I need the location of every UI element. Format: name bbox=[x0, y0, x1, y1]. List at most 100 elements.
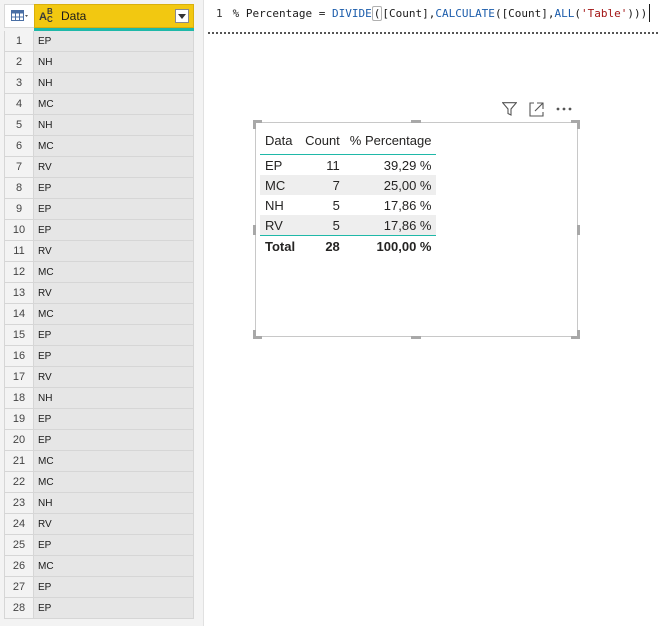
table-grid-icon bbox=[10, 10, 28, 21]
comma-1: , bbox=[428, 6, 436, 20]
total-row: Total 28 100,00 % bbox=[260, 235, 437, 256]
table-row[interactable]: MC 7 25,00 % bbox=[260, 175, 437, 195]
grid-row[interactable]: 21 MC bbox=[4, 451, 194, 472]
resize-handle-right[interactable] bbox=[577, 225, 580, 235]
header-count[interactable]: Count bbox=[300, 127, 345, 155]
data-cell[interactable]: EP bbox=[34, 535, 194, 555]
grid-row[interactable]: 14 MC bbox=[4, 304, 194, 325]
count-ref-1: [Count] bbox=[382, 6, 429, 20]
header-percentage[interactable]: % Percentage bbox=[344, 127, 437, 155]
data-cell[interactable]: RV bbox=[34, 514, 194, 534]
row-number: 13 bbox=[4, 283, 34, 303]
grid-row[interactable]: 11 RV bbox=[4, 241, 194, 262]
grid-row[interactable]: 27 EP bbox=[4, 577, 194, 598]
grid-row[interactable]: 25 EP bbox=[4, 535, 194, 556]
data-cell[interactable]: EP bbox=[34, 31, 194, 51]
data-cell[interactable]: MC bbox=[34, 451, 194, 471]
grid-row[interactable]: 1 EP bbox=[4, 31, 194, 52]
grid-row[interactable]: 28 EP bbox=[4, 598, 194, 619]
data-cell[interactable]: EP bbox=[34, 178, 194, 198]
filter-button[interactable] bbox=[501, 101, 518, 118]
resize-handle-bottom-right-v[interactable] bbox=[577, 330, 580, 339]
row-number: 22 bbox=[4, 472, 34, 492]
column-header-data[interactable]: ABC Data bbox=[34, 4, 194, 28]
grid-row[interactable]: 16 EP bbox=[4, 346, 194, 367]
data-cell[interactable]: EP bbox=[34, 346, 194, 366]
table-select-corner[interactable] bbox=[4, 4, 34, 28]
grid-row[interactable]: 22 MC bbox=[4, 472, 194, 493]
data-cell[interactable]: MC bbox=[34, 556, 194, 576]
data-cell[interactable]: RV bbox=[34, 241, 194, 261]
data-cell[interactable]: EP bbox=[34, 598, 194, 618]
row-number: 10 bbox=[4, 220, 34, 240]
grid-row[interactable]: 8 EP bbox=[4, 178, 194, 199]
grid-row[interactable]: 7 RV bbox=[4, 157, 194, 178]
line-number: 1 bbox=[216, 6, 223, 20]
data-cell[interactable]: NH bbox=[34, 73, 194, 93]
table-visual[interactable]: Data Count % Percentage EP 11 39,29 % MC 7 25… bbox=[253, 120, 580, 339]
table-row[interactable]: EP 11 39,29 % bbox=[260, 155, 436, 176]
grid-row[interactable]: 23 NH bbox=[4, 493, 194, 514]
grid-row[interactable]: 17 RV bbox=[4, 367, 194, 388]
data-cell[interactable]: MC bbox=[34, 304, 194, 324]
data-cell[interactable]: MC bbox=[34, 94, 194, 114]
table-row[interactable]: NH 5 17,86 % bbox=[260, 195, 436, 215]
formula-bar[interactable]: 1% Percentage = DIVIDE([Count], CALCULATE… bbox=[208, 0, 660, 30]
grid-row[interactable]: 18 NH bbox=[4, 388, 194, 409]
column-filter-dropdown[interactable] bbox=[175, 9, 189, 23]
grid-row[interactable]: 9 EP bbox=[4, 199, 194, 220]
data-cell[interactable]: MC bbox=[34, 136, 194, 156]
header-data[interactable]: Data bbox=[260, 127, 301, 155]
grid-row[interactable]: 5 NH bbox=[4, 115, 194, 136]
grid-row[interactable]: 24 RV bbox=[4, 514, 194, 535]
resize-handle-top-right-v[interactable] bbox=[577, 120, 580, 129]
table-row[interactable]: RV 5 17,86 % bbox=[260, 215, 437, 236]
data-cell[interactable]: RV bbox=[34, 367, 194, 387]
data-cell[interactable]: NH bbox=[34, 115, 194, 135]
data-cell[interactable]: MC bbox=[34, 472, 194, 492]
cell-count: 7 bbox=[300, 175, 345, 195]
grid-rows: 1 EP 2 NH 3 NH 4 MC 5 NH 6 MC 7 RV 8 EP 9 EP 10 EP 11 RV 12 MC 1… bbox=[4, 31, 194, 619]
grid-row[interactable]: 3 NH bbox=[4, 73, 194, 94]
formula-bar-resize-divider[interactable] bbox=[208, 32, 658, 34]
grid-row[interactable]: 26 MC bbox=[4, 556, 194, 577]
data-cell[interactable]: EP bbox=[34, 430, 194, 450]
grid-row[interactable]: 15 EP bbox=[4, 325, 194, 346]
resize-handle-top[interactable] bbox=[411, 120, 421, 123]
focus-mode-button[interactable] bbox=[528, 101, 545, 118]
grid-row[interactable]: 20 EP bbox=[4, 430, 194, 451]
grid-row[interactable]: 19 EP bbox=[4, 409, 194, 430]
row-number: 27 bbox=[4, 577, 34, 597]
paren-open-1: ( bbox=[371, 5, 383, 21]
cell-count: 5 bbox=[300, 215, 345, 236]
grid-row[interactable]: 12 MC bbox=[4, 262, 194, 283]
resize-handle-top-left-v[interactable] bbox=[253, 120, 256, 129]
data-cell[interactable]: NH bbox=[34, 52, 194, 72]
data-cell[interactable]: EP bbox=[34, 220, 194, 240]
cell-percentage: 39,29 % bbox=[383, 157, 432, 173]
grid-row[interactable]: 10 EP bbox=[4, 220, 194, 241]
resize-handle-bottom[interactable] bbox=[411, 336, 421, 339]
data-cell[interactable]: EP bbox=[34, 325, 194, 345]
cell-data: RV bbox=[260, 215, 301, 236]
grid-row[interactable]: 4 MC bbox=[4, 94, 194, 115]
resize-handle-left[interactable] bbox=[253, 225, 256, 235]
data-cell[interactable]: NH bbox=[34, 388, 194, 408]
row-number: 15 bbox=[4, 325, 34, 345]
grid-row[interactable]: 13 RV bbox=[4, 283, 194, 304]
dax-formula[interactable]: 1% Percentage = DIVIDE([Count], CALCULATE… bbox=[216, 4, 651, 22]
data-cell[interactable]: RV bbox=[34, 283, 194, 303]
data-cell[interactable]: MC bbox=[34, 262, 194, 282]
column-title: Data bbox=[61, 9, 87, 23]
total-percentage: 100,00 % bbox=[344, 235, 437, 256]
row-number: 26 bbox=[4, 556, 34, 576]
grid-row[interactable]: 6 MC bbox=[4, 136, 194, 157]
data-cell[interactable]: EP bbox=[34, 199, 194, 219]
data-cell[interactable]: EP bbox=[34, 409, 194, 429]
grid-row[interactable]: 2 NH bbox=[4, 52, 194, 73]
data-cell[interactable]: NH bbox=[34, 493, 194, 513]
data-cell[interactable]: EP bbox=[34, 577, 194, 597]
resize-handle-bottom-left-v[interactable] bbox=[253, 330, 256, 339]
data-cell[interactable]: RV bbox=[34, 157, 194, 177]
more-options-button[interactable] bbox=[555, 101, 572, 118]
